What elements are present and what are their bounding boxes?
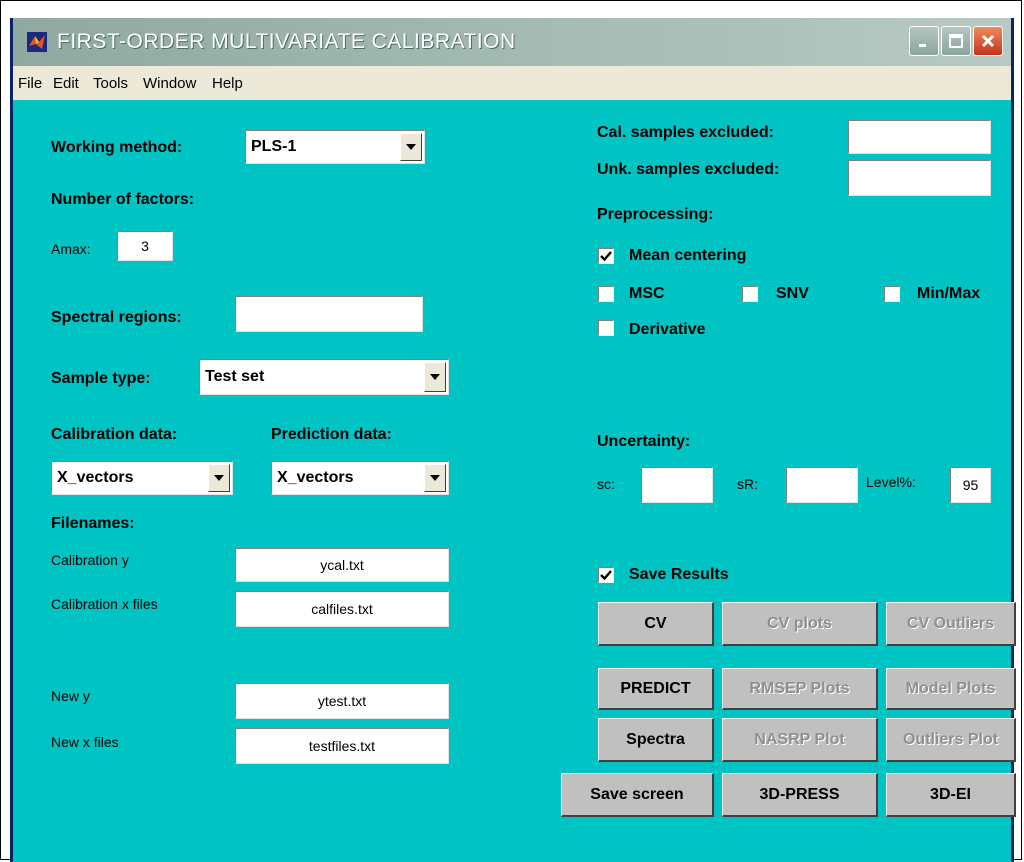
cv-outliers-button[interactable]: CV Outliers [886, 602, 1016, 646]
working-method-dropdown-arrow[interactable] [400, 133, 422, 161]
close-icon [981, 34, 995, 48]
new-y-input[interactable]: ytest.txt [235, 683, 449, 719]
prediction-data-value: X_vectors [277, 469, 354, 486]
rmsep-plots-button[interactable]: RMSEP Plots [722, 668, 878, 710]
spectral-regions-input[interactable] [235, 296, 423, 332]
calibration-data-select[interactable]: X_vectors [51, 461, 233, 495]
close-button[interactable] [973, 26, 1003, 56]
sample-type-value: Test set [205, 368, 265, 385]
maximize-button[interactable] [941, 26, 971, 56]
menu-file[interactable]: File [18, 75, 42, 92]
new-x-files-input[interactable]: testfiles.txt [235, 728, 449, 764]
derivative-checkbox[interactable] [598, 320, 614, 336]
number-of-factors-label: Number of factors: [51, 191, 195, 208]
menu-bar: File Edit Tools Window Help [13, 66, 1011, 100]
level-percent-label: Level%: [866, 474, 916, 490]
calibration-data-dropdown-arrow[interactable] [208, 464, 230, 492]
calibration-x-files-input[interactable]: calfiles.txt [235, 591, 449, 627]
menu-edit[interactable]: Edit [53, 75, 79, 92]
3d-press-button[interactable]: 3D-PRESS [722, 773, 878, 817]
working-method-value: PLS-1 [251, 138, 297, 155]
save-screen-button[interactable]: Save screen [561, 773, 714, 817]
checkmark-icon [600, 570, 612, 581]
maximize-icon [949, 34, 963, 48]
sr-label: sR: [737, 476, 758, 492]
chevron-down-icon [214, 475, 224, 481]
cv-button[interactable]: CV [598, 602, 714, 646]
cal-samples-excluded-label: Cal. samples excluded: [597, 124, 774, 141]
snv-checkbox[interactable] [742, 286, 758, 302]
level-percent-input[interactable]: 95 [950, 467, 991, 503]
new-x-files-label: New x files [51, 734, 119, 750]
checkmark-icon [600, 251, 612, 262]
working-method-select[interactable]: PLS-1 [245, 130, 425, 164]
chevron-down-icon [430, 475, 440, 481]
menu-tools[interactable]: Tools [93, 75, 128, 92]
window-title: FIRST-ORDER MULTIVARIATE CALIBRATION [57, 30, 516, 53]
calibration-y-input[interactable]: ycal.txt [235, 548, 449, 582]
sr-input[interactable] [786, 467, 858, 503]
chevron-down-icon [430, 374, 440, 380]
minimize-icon [919, 44, 926, 47]
sample-type-label: Sample type: [51, 370, 151, 387]
calibration-data-value: X_vectors [57, 469, 134, 486]
sample-type-select[interactable]: Test set [199, 359, 449, 395]
msc-label: MSC [629, 285, 665, 302]
calibration-x-files-label: Calibration x files [51, 596, 158, 612]
new-y-label: New y [51, 688, 90, 704]
unk-samples-excluded-input[interactable] [848, 160, 991, 196]
calibration-data-label: Calibration data: [51, 426, 178, 443]
prediction-data-select[interactable]: X_vectors [271, 461, 449, 495]
model-plots-button[interactable]: Model Plots [886, 668, 1016, 710]
filenames-label: Filenames: [51, 515, 135, 532]
derivative-label: Derivative [629, 321, 706, 338]
cal-samples-excluded-input[interactable] [848, 120, 991, 154]
minmax-label: Min/Max [917, 285, 981, 302]
spectra-button[interactable]: Spectra [598, 718, 714, 762]
app-window: FIRST-ORDER MULTIVARIATE CALIBRATION Fil… [10, 18, 1016, 862]
menu-help[interactable]: Help [212, 75, 243, 92]
chevron-down-icon [406, 144, 416, 150]
sample-type-dropdown-arrow[interactable] [424, 362, 446, 392]
mean-centering-checkbox[interactable] [598, 248, 614, 264]
cv-plots-button[interactable]: CV plots [722, 602, 878, 646]
prediction-data-dropdown-arrow[interactable] [424, 464, 446, 492]
minmax-checkbox[interactable] [884, 286, 900, 302]
calibration-y-label: Calibration y [51, 552, 129, 568]
unk-samples-excluded-label: Unk. samples excluded: [597, 161, 780, 178]
spectral-regions-label: Spectral regions: [51, 309, 182, 326]
minimize-button[interactable] [909, 26, 939, 56]
prediction-data-label: Prediction data: [271, 426, 392, 443]
menu-window[interactable]: Window [143, 75, 196, 92]
outliers-plot-button[interactable]: Outliers Plot [886, 718, 1016, 762]
preprocessing-label: Preprocessing: [597, 206, 714, 223]
3d-ei-button[interactable]: 3D-EI [886, 773, 1016, 817]
title-bar[interactable]: FIRST-ORDER MULTIVARIATE CALIBRATION [13, 18, 1011, 66]
sc-label: sc: [597, 476, 615, 492]
working-method-label: Working method: [51, 139, 183, 156]
matlab-logo-icon [27, 32, 47, 52]
mean-centering-label: Mean centering [629, 247, 747, 264]
msc-checkbox[interactable] [598, 286, 614, 302]
save-results-checkbox[interactable] [598, 567, 614, 583]
predict-button[interactable]: PREDICT [598, 668, 714, 710]
sc-input[interactable] [641, 467, 713, 503]
uncertainty-label: Uncertainty: [597, 433, 691, 450]
amax-input[interactable]: 3 [117, 231, 173, 261]
nasrp-plot-button[interactable]: NASRP Plot [722, 718, 878, 762]
snv-label: SNV [776, 285, 809, 302]
save-results-label: Save Results [629, 566, 729, 583]
amax-label: Amax: [51, 241, 91, 257]
